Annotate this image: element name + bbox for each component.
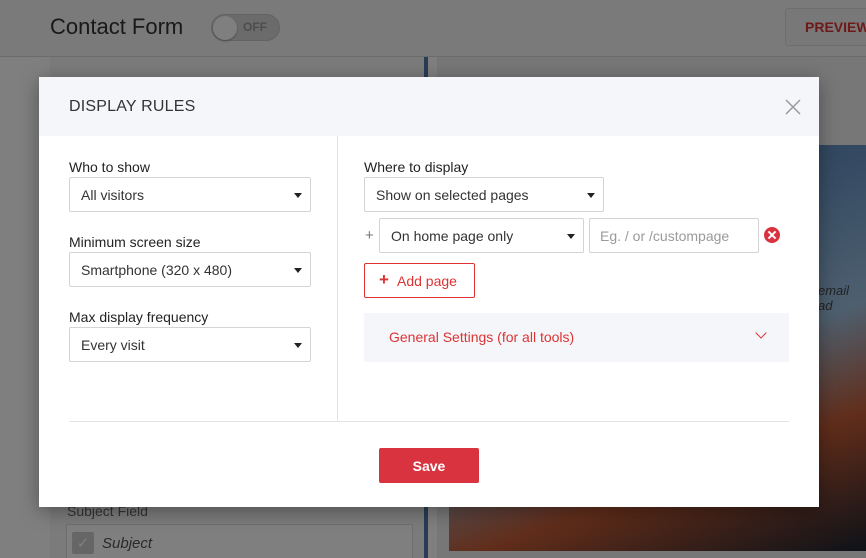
modal-header: DISPLAY RULES (39, 77, 819, 136)
plus-icon: + (365, 227, 374, 244)
who-to-show-select[interactable]: All visitors (69, 177, 311, 212)
who-to-show-value: All visitors (81, 187, 145, 203)
caret-down-icon (294, 343, 302, 348)
min-screen-size-select[interactable]: Smartphone (320 x 480) (69, 252, 311, 287)
chevron-down-icon (755, 327, 767, 339)
close-icon[interactable] (784, 98, 802, 116)
save-button[interactable]: Save (379, 448, 479, 483)
modal-title: DISPLAY RULES (69, 98, 196, 115)
min-screen-size-label: Minimum screen size (69, 234, 201, 250)
where-to-display-label: Where to display (364, 159, 469, 175)
save-label: Save (412, 458, 446, 474)
add-icon: + (379, 270, 389, 289)
max-frequency-label: Max display frequency (69, 309, 209, 325)
max-frequency-value: Every visit (81, 337, 145, 353)
min-screen-size-value: Smartphone (320 x 480) (81, 262, 232, 278)
column-divider (337, 136, 338, 421)
where-to-display-select[interactable]: Show on selected pages (364, 177, 604, 212)
custom-page-input[interactable] (589, 218, 759, 253)
caret-down-icon (587, 193, 595, 198)
add-page-label: Add page (397, 273, 457, 289)
max-frequency-select[interactable]: Every visit (69, 327, 311, 362)
who-to-show-label: Who to show (69, 159, 150, 175)
add-page-button[interactable]: + Add page (364, 263, 475, 298)
display-rules-modal: DISPLAY RULES Who to show All visitors M… (39, 77, 819, 507)
caret-down-icon (294, 193, 302, 198)
caret-down-icon (567, 234, 575, 239)
page-rule-select[interactable]: On home page only (379, 218, 584, 253)
page-rule-value: On home page only (391, 228, 514, 244)
general-settings-label: General Settings (for all tools) (389, 329, 575, 345)
footer-divider (69, 421, 789, 422)
caret-down-icon (294, 268, 302, 273)
remove-rule-icon[interactable] (764, 227, 780, 243)
where-to-display-value: Show on selected pages (376, 187, 529, 203)
general-settings-accordion[interactable]: General Settings (for all tools) (364, 313, 789, 362)
